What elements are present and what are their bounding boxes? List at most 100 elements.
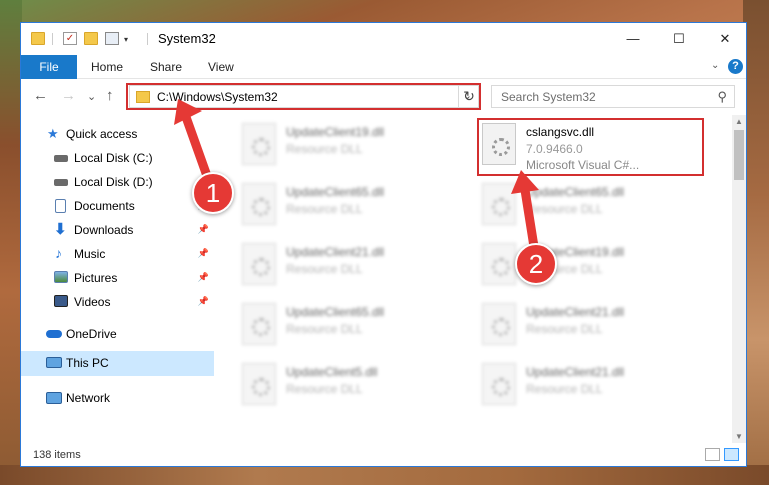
pin-icon[interactable]: 📌 — [198, 272, 209, 283]
list-item[interactable]: UpdateClient21.dll Resource DLL — [482, 303, 712, 353]
dll-file-icon — [242, 243, 276, 285]
sidebar-item-label: Documents — [74, 199, 135, 213]
file-name: UpdateClient65.dll — [286, 185, 385, 199]
file-name: UpdateClient5.dll — [286, 365, 378, 379]
gear-icon — [252, 318, 270, 336]
tab-share[interactable]: Share — [150, 55, 182, 79]
gear-icon — [252, 138, 270, 156]
file-explorer-window: ✓ ▾ System32 — ☐ ✕ File Home Share View … — [20, 22, 747, 467]
search-icon[interactable]: ⚲ — [717, 89, 727, 105]
tiles-view-icon[interactable] — [724, 448, 739, 461]
toolbar-separator — [147, 33, 148, 45]
desktop-background-left — [0, 0, 22, 485]
list-item[interactable]: UpdateClient21.dll Resource DLL — [242, 243, 472, 293]
back-arrow-icon[interactable]: ← — [33, 87, 48, 104]
help-icon[interactable]: ? — [728, 59, 743, 74]
gear-icon — [492, 318, 510, 336]
properties-check-icon[interactable]: ✓ — [63, 32, 77, 45]
file-type: Resource DLL — [286, 142, 363, 156]
sidebar-item-label: Videos — [74, 295, 111, 309]
gear-icon — [492, 378, 510, 396]
pin-icon[interactable]: 📌 — [198, 296, 209, 307]
list-item[interactable]: UpdateClient5.dll Resource DLL — [242, 363, 472, 413]
music-icon: ♪ — [55, 245, 62, 261]
file-type: Resource DLL — [286, 262, 363, 276]
view-options-icon[interactable] — [105, 32, 119, 45]
gear-icon — [252, 198, 270, 216]
scroll-down-icon[interactable]: ▼ — [735, 432, 743, 441]
toolbar-separator — [52, 33, 53, 45]
pin-icon[interactable]: 📌 — [198, 224, 209, 235]
dll-file-icon — [482, 303, 516, 345]
pictures-icon — [54, 271, 68, 283]
dll-file-icon — [242, 123, 276, 165]
pin-icon[interactable]: 📌 — [198, 248, 209, 259]
cloud-icon — [46, 330, 62, 338]
desktop-background-bottom — [0, 465, 769, 485]
navigation-bar: ← → ⌄ ↑ C:\Windows\System32 ⌄ ↻ Search S… — [21, 79, 746, 115]
forward-arrow-icon[interactable]: → — [61, 87, 76, 104]
list-item[interactable]: UpdateClient65.dll Resource DLL — [242, 183, 472, 233]
list-item[interactable]: UpdateClient19.dll Resource DLL — [242, 123, 472, 173]
scroll-up-icon[interactable]: ▲ — [735, 117, 743, 126]
minimize-button[interactable]: — — [610, 23, 656, 55]
sidebar-item-label: Local Disk (C:) — [74, 151, 153, 165]
item-count: 138 items — [33, 449, 81, 461]
scrollbar-thumb[interactable] — [734, 130, 744, 180]
close-button[interactable]: ✕ — [702, 23, 746, 55]
search-placeholder: Search System32 — [501, 90, 596, 104]
step2-badge: 2 — [515, 243, 557, 285]
file-type: Resource DLL — [286, 322, 363, 336]
file-name: UpdateClient19.dll — [286, 125, 385, 139]
sidebar-item-label: Network — [66, 391, 111, 405]
sidebar-item-network[interactable]: Network — [21, 387, 214, 409]
gear-icon — [252, 258, 270, 276]
folder-icon — [31, 32, 45, 45]
window-title: System32 — [158, 31, 216, 46]
up-arrow-icon[interactable]: ↑ — [106, 87, 114, 104]
star-icon: ★ — [47, 126, 59, 141]
recent-locations-icon[interactable]: ⌄ — [87, 90, 96, 103]
search-input[interactable]: Search System32 ⚲ — [491, 85, 735, 108]
sidebar-item-label: Local Disk (D:) — [74, 175, 153, 189]
download-icon: ⬇ — [54, 221, 67, 238]
videos-icon — [54, 295, 68, 307]
tab-file[interactable]: File — [21, 55, 77, 79]
computer-icon — [46, 357, 62, 368]
sidebar-item-onedrive[interactable]: OneDrive — [21, 323, 214, 345]
new-folder-icon[interactable] — [84, 32, 98, 45]
dll-file-icon — [242, 363, 276, 405]
network-icon — [46, 392, 62, 404]
details-view-icon[interactable] — [705, 448, 720, 461]
tab-view[interactable]: View — [208, 55, 234, 79]
list-item[interactable]: UpdateClient21.dll Resource DLL — [482, 363, 712, 413]
file-type: Resource DLL — [526, 382, 603, 396]
file-name: UpdateClient21.dll — [526, 305, 625, 319]
sidebar-item-label: Downloads — [74, 223, 134, 237]
file-name: UpdateClient65.dll — [286, 305, 385, 319]
sidebar-item-label: OneDrive — [66, 327, 117, 341]
gear-icon — [252, 378, 270, 396]
vertical-scrollbar[interactable]: ▲ ▼ — [732, 115, 746, 443]
sidebar-item-label: Music — [74, 247, 106, 261]
sidebar-item-downloads[interactable]: ⬇ Downloads 📌 — [21, 219, 214, 241]
title-bar: ✓ ▾ System32 — ☐ ✕ — [21, 23, 746, 55]
customize-toolbar-icon[interactable]: ▾ — [124, 35, 128, 44]
sidebar-item-label: Pictures — [74, 271, 118, 285]
drive-icon — [54, 179, 68, 186]
sidebar-item-videos[interactable]: Videos 📌 — [21, 291, 214, 313]
status-bar: 138 items — [21, 443, 746, 466]
sidebar-item-this-pc[interactable]: This PC — [21, 351, 214, 376]
list-item[interactable]: UpdateClient65.dll Resource DLL — [242, 303, 472, 353]
expand-ribbon-icon[interactable]: ⌄ — [711, 60, 719, 71]
maximize-button[interactable]: ☐ — [656, 23, 702, 55]
sidebar-item-music[interactable]: ♪ Music 📌 — [21, 243, 214, 265]
sidebar-item-pictures[interactable]: Pictures 📌 — [21, 267, 214, 289]
tab-home[interactable]: Home — [91, 55, 123, 79]
file-type: Resource DLL — [286, 202, 363, 216]
drive-icon — [54, 155, 68, 162]
sidebar-item-label: Quick access — [66, 127, 138, 141]
file-name: UpdateClient21.dll — [286, 245, 385, 259]
file-name: UpdateClient21.dll — [526, 365, 625, 379]
file-type: Resource DLL — [286, 382, 363, 396]
